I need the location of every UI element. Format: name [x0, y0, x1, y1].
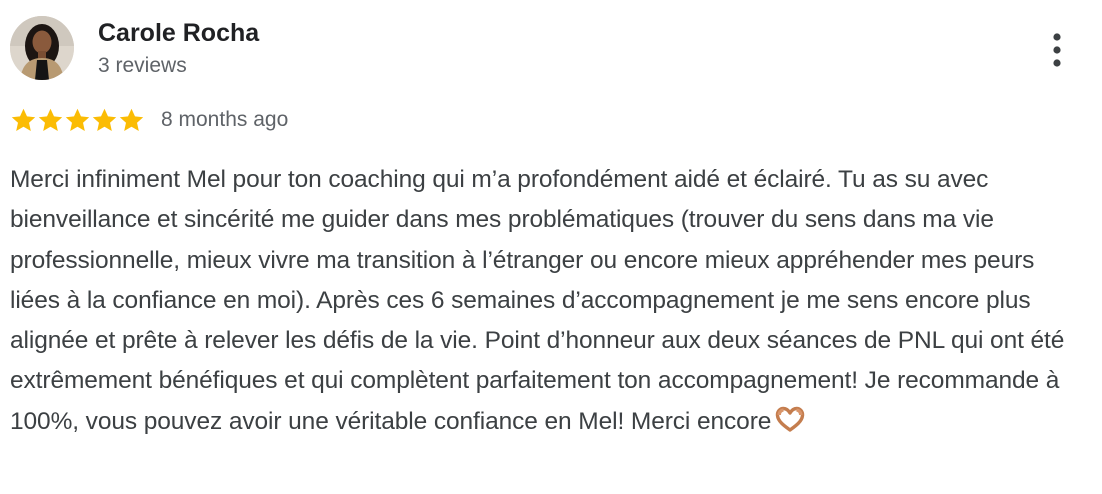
- review-date: 8 months ago: [161, 108, 289, 131]
- star-icon: [92, 108, 117, 131]
- review-text-body: Merci infiniment Mel pour ton coaching q…: [10, 166, 1065, 435]
- star-rating: [10, 107, 145, 134]
- author-review-count[interactable]: 3 reviews: [98, 53, 187, 79]
- review-text: Merci infiniment Mel pour ton coaching q…: [10, 160, 1070, 442]
- rating-row: 8 months ago: [10, 104, 288, 136]
- heart-hands-emoji-icon: [775, 405, 805, 432]
- star-icon: [119, 108, 144, 131]
- author-name[interactable]: Carole Rocha: [98, 18, 259, 48]
- author-avatar[interactable]: [10, 16, 74, 80]
- profile-photo-icon: [10, 16, 74, 80]
- more-options-button[interactable]: [1040, 28, 1074, 72]
- star-icon: [65, 108, 90, 131]
- more-vert-icon: [1053, 33, 1061, 67]
- star-icon: [11, 108, 36, 131]
- review-card: Carole Rocha 3 reviews 8 months ago Merc…: [0, 0, 1102, 494]
- star-icon: [38, 108, 63, 131]
